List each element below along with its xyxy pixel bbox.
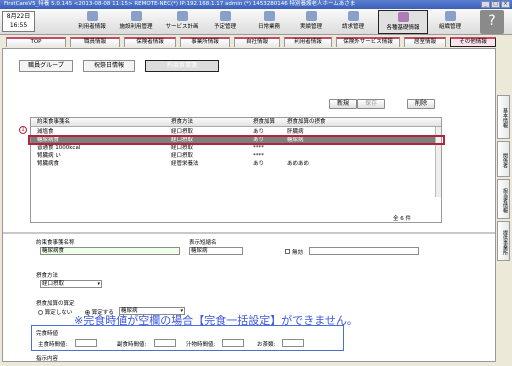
gear-icon <box>397 12 409 22</box>
subtab-staff-group[interactable]: 職員グループ <box>19 60 73 72</box>
col-addition-diet: 摂食加算の摂食 <box>287 119 326 125</box>
toolbar-master-info[interactable]: 各種基礎情報 <box>378 10 428 34</box>
table-row[interactable]: 腎臓病食 経管栄養法 あり あめあめ <box>31 161 435 168</box>
marker-1: 1 <box>19 126 27 134</box>
new-button[interactable]: 新規 <box>329 99 357 109</box>
toolbar-billing[interactable]: 請求管理 <box>334 10 372 34</box>
table-header: 約束食事箋名 摂食方法 摂食加算 摂食加算の摂食 <box>31 118 441 127</box>
category-tabs: TOP 職員情報 保険者情報 事業所情報 自社情報 利用者情報 保険外サービス情… <box>0 36 512 48</box>
tab-top[interactable]: TOP <box>6 37 66 47</box>
time-text: 16:55 <box>9 22 28 29</box>
name-label: 約束食事箋名称 <box>36 240 75 246</box>
short-name-field[interactable]: 糖尿病 <box>189 247 243 255</box>
method-dropdown[interactable]: 経口摂取 <box>40 280 102 288</box>
tab-company[interactable]: 自社情報 <box>234 37 280 47</box>
subtab-holiday[interactable]: 祝祭日情報 <box>83 60 135 72</box>
notice-text: ※完食時値が空欄の場合【完食一括設定】ができません。 <box>74 314 358 327</box>
save-button[interactable]: 保存 <box>357 99 385 109</box>
invalid-label: 無効 <box>292 250 304 256</box>
delete-button[interactable]: 削除 <box>407 99 435 109</box>
date-clock: 8月22日 16:55 <box>2 11 35 32</box>
tab-extra-service[interactable]: 保険外サービス情報 <box>336 37 400 47</box>
tab-office[interactable]: 事業所情報 <box>180 37 230 47</box>
invalid-checkbox[interactable] <box>285 249 290 254</box>
window-titlebar: FirstCareV5_特養 5.0.145 <2013-08-08 11:15… <box>0 0 512 9</box>
col-name: 約束食事箋名 <box>37 119 71 125</box>
side-tab-staff[interactable]: 担当者情報 <box>497 179 510 219</box>
toolbar-facility[interactable]: 施設利用管理 <box>114 10 158 34</box>
record-count: 全 6 件 <box>393 216 411 222</box>
main-toolbar: 8月22日 16:55 利用者情報 施設利用管理 サービス計画 予定管理 日常業… <box>0 9 512 35</box>
side-dish-label: 副食時間値: <box>117 342 147 348</box>
tab-staff[interactable]: 職員情報 <box>70 37 120 47</box>
wrench-icon <box>444 11 456 21</box>
toolbar-daily[interactable]: 日常業務 <box>250 10 288 34</box>
side-dish-field[interactable] <box>154 339 176 347</box>
person-icon <box>86 11 98 21</box>
date-text: 8月22日 <box>6 13 31 20</box>
minimize-button[interactable]: _ <box>481 1 490 8</box>
tab-room[interactable]: 居室情報 <box>404 37 446 47</box>
table-row[interactable]: 腎臓病 い 経口摂取 **** <box>31 153 435 160</box>
radio-off-icon <box>38 310 43 315</box>
subtab-diet-order[interactable]: 約束食事箋 <box>145 60 219 72</box>
invoice-icon <box>347 11 359 21</box>
tab-other[interactable]: その他情報 <box>450 37 496 47</box>
col-method: 摂食方法 <box>171 119 194 125</box>
invalid-field[interactable] <box>309 247 419 255</box>
radio-no-addition[interactable]: 算定しない <box>38 308 72 316</box>
toolbar-user-info[interactable]: 利用者情報 <box>72 10 112 34</box>
soup-label: 汁物時間値: <box>186 342 216 348</box>
help-button[interactable]: ? <box>480 10 504 34</box>
main-dish-label: 主食時間値: <box>38 342 68 348</box>
calendar-icon <box>219 11 231 21</box>
memo-label: 指示内容 <box>36 356 59 362</box>
close-button[interactable]: × <box>501 1 510 8</box>
section-divider <box>3 232 495 234</box>
toolbar-org[interactable]: 組織管理 <box>432 10 468 34</box>
toolbar-results[interactable]: 実績管理 <box>292 10 330 34</box>
name-field[interactable]: 糖尿病食 <box>40 247 180 255</box>
toolbar-schedule[interactable]: 予定管理 <box>206 10 244 34</box>
short-name-label: 表示短縮名 <box>189 240 217 246</box>
highlight-selected-row <box>28 135 445 145</box>
main-dish-field[interactable] <box>75 339 97 347</box>
toolbar-service-plan[interactable]: サービス計画 <box>160 10 204 34</box>
method-label: 摂食方法 <box>36 273 59 279</box>
window-title: FirstCareV5_特養 5.0.145 <2013-08-08 11:15… <box>4 1 356 7</box>
building-icon <box>130 11 142 21</box>
side-tab-related[interactable]: 関係者 <box>497 141 510 177</box>
chart-icon <box>305 11 317 21</box>
table-row[interactable]: 普通食 1000kcal 経口摂取 **** <box>31 145 435 152</box>
completion-title: 完食時値 <box>36 331 59 337</box>
col-addition: 摂食加算 <box>253 119 276 125</box>
clipboard-icon <box>263 11 275 21</box>
diet-table: 約束食事箋名 摂食方法 摂食加算 摂食加算の摂食 減塩食 経口摂取 あり 肝臓病… <box>30 117 442 223</box>
tea-label: お茶類: <box>257 342 276 348</box>
addition-label: 摂食加算の算定 <box>36 301 75 307</box>
window-controls: _ □ × <box>481 1 510 8</box>
plan-icon <box>176 11 188 21</box>
tab-user[interactable]: 利用者情報 <box>284 37 332 47</box>
tab-insurer[interactable]: 保険者情報 <box>124 37 176 47</box>
soup-field[interactable] <box>222 339 244 347</box>
maximize-button[interactable]: □ <box>491 1 500 8</box>
tea-field[interactable] <box>282 339 304 347</box>
side-tab-provider[interactable]: 提供事業所 <box>497 221 510 261</box>
side-tab-basic[interactable]: 基本情報 <box>497 95 510 139</box>
